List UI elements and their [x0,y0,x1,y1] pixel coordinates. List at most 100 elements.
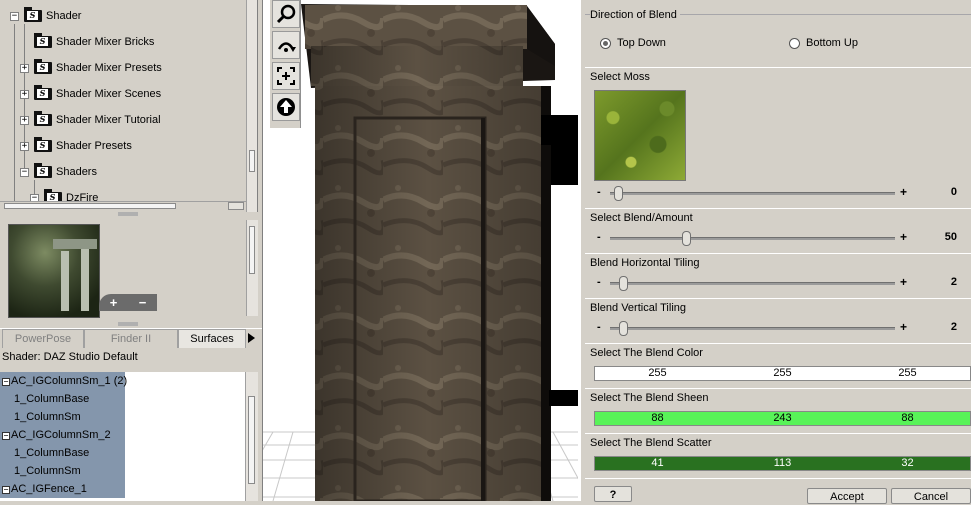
slider-track[interactable] [610,237,895,240]
shader-label: Shader: DAZ Studio Default [2,351,138,363]
help-button[interactable]: ? [594,486,632,502]
expand-icon[interactable]: + [20,115,29,125]
decrement-button[interactable]: - [597,276,601,288]
tree-item-shader-presets[interactable]: + S Shader Presets [20,136,132,156]
stone-column [301,4,555,501]
decrement-button[interactable]: - [597,186,601,198]
expand-icon[interactable]: + [20,89,29,99]
tree-horizontal-scrollbar[interactable] [0,201,246,211]
slider-value: 50 [944,231,957,243]
vtile-slider[interactable]: - + 2 [597,320,957,336]
zoom-icon[interactable] [272,0,300,28]
scrollbar-thumb[interactable] [248,396,255,484]
tab-surfaces[interactable]: Surfaces [178,329,246,348]
tab-powerpose[interactable]: PowerPose [2,329,84,348]
increment-button[interactable]: + [900,230,907,244]
slider-value: 2 [950,276,957,288]
increment-button[interactable]: + [900,320,907,334]
tree-item-shader-mixer-scenes[interactable]: + S Shader Mixer Scenes [20,84,161,104]
moss-slider[interactable]: - + 0 [597,185,957,201]
remove-button[interactable]: − [139,295,147,310]
tab-scroll-right-icon[interactable] [248,333,255,343]
divider [585,388,971,389]
preview-controls: + − [99,294,157,311]
scrollbar-thumb[interactable] [249,150,255,172]
content-tree: − S Shader S Shader Mixer Bricks + S Sha… [0,0,258,212]
bottom-up-radio[interactable]: Bottom Up [789,37,858,49]
cancel-button[interactable]: Cancel [891,488,971,504]
surface-vertical-scrollbar[interactable] [245,372,258,501]
left-panel: − S Shader S Shader Mixer Bricks + S Sha… [0,0,262,501]
collapse-icon[interactable]: − [2,378,10,386]
frame-icon[interactable] [272,62,300,90]
blend-sheen-field[interactable]: 88 243 88 [594,411,971,426]
surface-list: − AC_IGColumnSm_1 (2) 1_ColumnBase 1_Colu… [0,372,245,501]
tab-finder-ii[interactable]: Finder II [84,329,178,348]
folder-icon: S [24,7,42,22]
slider-value: 2 [950,321,957,333]
moss-title: Select Moss [590,71,650,83]
slider-thumb[interactable] [614,186,623,201]
tree-item-shader-mixer-bricks[interactable]: S Shader Mixer Bricks [34,32,154,52]
direction-title: Direction of Blend [590,9,680,21]
tree-item-shaders[interactable]: − S Shaders [20,162,97,182]
slider-thumb[interactable] [619,321,629,336]
folder-icon: S [34,85,52,100]
up-arrow-icon[interactable] [272,93,300,121]
surface-item[interactable]: 1_ColumnBase [0,390,125,408]
top-down-radio[interactable]: Top Down [600,37,666,49]
collapse-icon[interactable]: − [10,11,19,21]
slider-thumb[interactable] [681,231,691,246]
scrollbar-thumb[interactable] [4,203,176,209]
divider [585,208,971,209]
tree-item-shader-mixer-presets[interactable]: + S Shader Mixer Presets [20,58,162,78]
blend-scatter-field[interactable]: 41 113 32 [594,456,971,471]
orbit-icon[interactable] [272,31,300,59]
folder-icon: S [34,163,52,178]
black-fragment [541,115,578,145]
tree-item-shader[interactable]: − S Shader [10,6,81,26]
scatter-title: Select The Blend Scatter [590,437,712,449]
amount-slider[interactable]: - + 50 [597,230,957,246]
slider-thumb[interactable] [619,276,629,291]
3d-viewport[interactable] [262,0,578,501]
divider [585,253,971,254]
splitter-grip[interactable] [118,322,138,326]
accept-button[interactable]: Accept [807,488,887,504]
slider-track[interactable] [610,282,895,285]
expand-icon[interactable]: + [20,141,29,151]
tree-item-shader-mixer-tutorial[interactable]: + S Shader Mixer Tutorial [20,110,161,130]
surface-group[interactable]: − AC_IGFence_1 [0,480,125,498]
preview-vertical-scrollbar[interactable] [246,220,258,316]
slider-track[interactable] [610,192,895,195]
surface-item[interactable]: 1_ColumnSm [0,462,125,480]
collapse-icon[interactable]: − [2,432,10,440]
radio-unselected-icon[interactable] [789,37,800,49]
viewport-scene [263,4,578,501]
scroll-right-button[interactable] [228,202,244,210]
divider [585,433,971,434]
scrollbar-thumb[interactable] [249,226,255,274]
slider-track[interactable] [610,327,895,330]
surface-item[interactable]: 1_ColumnBase [0,444,125,462]
collapse-icon[interactable]: − [20,167,29,177]
decrement-button[interactable]: - [597,321,601,333]
increment-button[interactable]: + [900,185,907,199]
folder-icon: S [34,59,52,74]
moss-texture-swatch[interactable] [594,90,686,181]
collapse-icon[interactable]: − [2,486,10,494]
divider [585,343,971,344]
blend-settings-panel: Direction of Blend Top Down Bottom Up Se… [578,0,971,504]
add-button[interactable]: + [110,295,118,310]
htile-slider[interactable]: - + 2 [597,275,957,291]
tree-vertical-scrollbar[interactable] [246,0,257,212]
blend-color-field[interactable]: 255 255 255 [594,366,971,381]
expand-icon[interactable]: + [20,63,29,73]
increment-button[interactable]: + [900,275,907,289]
decrement-button[interactable]: - [597,231,601,243]
thumbnail-roof [53,239,97,249]
surface-group[interactable]: − AC_IGColumnSm_1 (2) [0,372,127,390]
surface-item[interactable]: 1_ColumnSm [0,408,125,426]
radio-selected-icon[interactable] [600,37,611,49]
surface-group[interactable]: − AC_IGColumnSm_2 [0,426,125,444]
